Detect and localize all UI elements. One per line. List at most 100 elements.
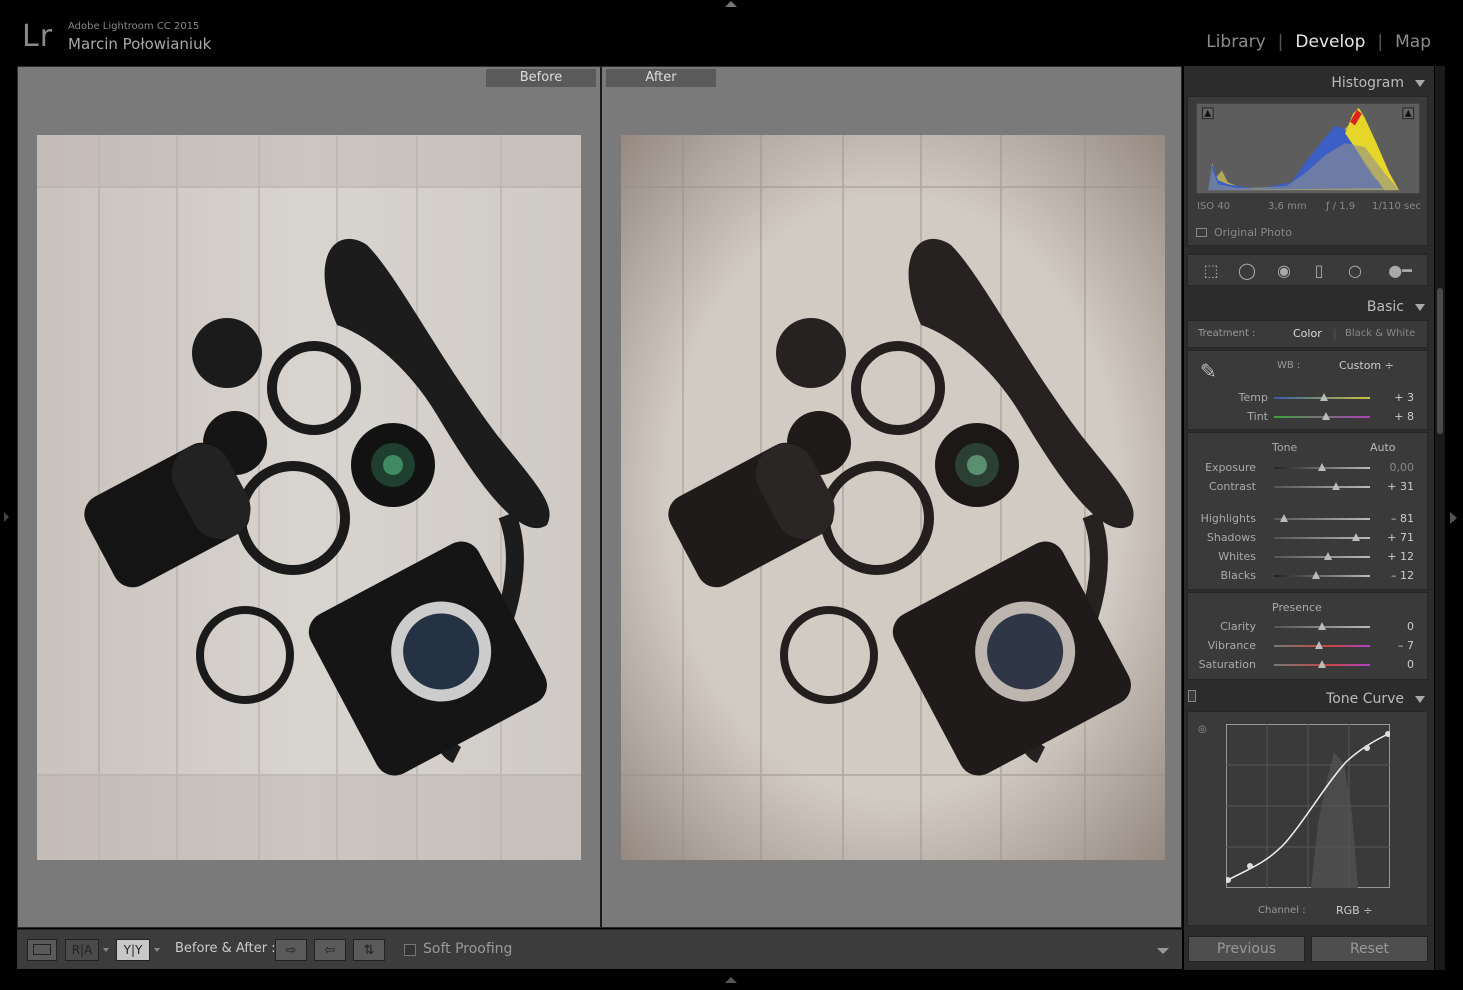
saturation-value[interactable]: 0 [1374, 658, 1414, 671]
identity-bar: Lr Adobe Lightroom CC 2015 Marcin Połowi… [0, 0, 1463, 64]
temp-slider-knob[interactable] [1319, 393, 1328, 401]
vibrance-slider[interactable] [1274, 641, 1370, 649]
bottom-panel-toggle-icon[interactable] [725, 977, 737, 983]
radial-filter-icon[interactable]: ○ [1346, 262, 1364, 280]
whites-slider-knob[interactable] [1323, 552, 1332, 560]
saturation-slider[interactable] [1274, 660, 1370, 668]
before-after-view: Before After [17, 66, 1182, 928]
exif-shutter: 1/110 sec [1372, 201, 1421, 212]
tone-curve-graph[interactable] [1226, 724, 1390, 888]
module-map[interactable]: Map [1395, 32, 1431, 52]
crop-overlay-icon[interactable]: ⬚ [1202, 262, 1220, 280]
contrast-slider[interactable] [1274, 482, 1370, 490]
shadows-slider-knob[interactable] [1351, 533, 1360, 541]
collapse-triangle-icon [1415, 304, 1425, 311]
tint-slider[interactable] [1274, 412, 1370, 420]
right-panel-toggle-icon[interactable] [1450, 512, 1457, 524]
treatment-color-option[interactable]: Color [1293, 327, 1322, 340]
reset-button[interactable]: Reset [1311, 936, 1428, 962]
channel-select[interactable]: RGB ÷ [1336, 904, 1372, 917]
exposure-slider[interactable] [1274, 463, 1370, 471]
scrollbar-thumb[interactable] [1437, 288, 1443, 434]
right-panel: Histogram ISO 40 3,6 mm ƒ / 1,9 1/110 se… [1184, 66, 1434, 970]
presence-section: Presence Clarity 0 Vibrance – 7 Saturati… [1187, 592, 1428, 680]
tone-curve-header[interactable]: Tone Curve [1184, 685, 1434, 711]
whites-slider[interactable] [1274, 552, 1370, 560]
contrast-label: Contrast [1208, 480, 1256, 493]
before-photo[interactable] [37, 135, 581, 860]
shadows-value[interactable]: + 71 [1374, 531, 1414, 544]
exif-aperture: ƒ / 1,9 [1326, 201, 1356, 212]
clarity-value[interactable]: 0 [1374, 620, 1414, 633]
spot-removal-icon[interactable]: ◯ [1238, 262, 1256, 280]
module-develop[interactable]: Develop [1295, 32, 1365, 52]
tone-curve-title: Tone Curve [1326, 691, 1404, 707]
lightroom-logo: Lr [22, 19, 54, 54]
swap-icon: ⇅ [363, 943, 375, 958]
left-panel-toggle-icon[interactable] [4, 512, 9, 522]
original-photo-checkbox[interactable] [1196, 228, 1207, 237]
module-library[interactable]: Library [1206, 32, 1265, 52]
temp-slider[interactable] [1274, 393, 1370, 401]
exposure-value[interactable]: 0,00 [1374, 461, 1415, 474]
blacks-value[interactable]: – 12 [1374, 569, 1414, 582]
vibrance-value[interactable]: – 7 [1374, 639, 1414, 652]
histogram-header[interactable]: Histogram [1184, 69, 1434, 95]
arrow-left-icon: ⇦ [324, 943, 336, 958]
after-photo[interactable] [621, 135, 1165, 860]
swap-before-after-button[interactable]: ⇅ [353, 939, 385, 961]
after-pane: After [602, 67, 1182, 927]
presence-group-label: Presence [1272, 601, 1322, 614]
histogram-graph[interactable] [1196, 103, 1420, 194]
vibrance-slider-knob[interactable] [1315, 641, 1324, 649]
right-panel-scrollbar[interactable] [1435, 66, 1445, 970]
graduated-filter-icon[interactable]: ▯ [1310, 262, 1328, 280]
tint-slider-knob[interactable] [1321, 412, 1330, 420]
exposure-slider-knob[interactable] [1318, 463, 1326, 471]
copy-before-to-after-button[interactable]: ⇨ [275, 939, 307, 961]
develop-toolbar: R|A Y|Y Before & After : ⇨ ⇦ ⇅ Soft Proo… [17, 929, 1182, 969]
before-after-top-bottom-button[interactable]: Y|Y [116, 939, 150, 961]
whites-value[interactable]: + 12 [1374, 550, 1414, 563]
highlights-value[interactable]: – 81 [1374, 512, 1414, 525]
contrast-slider-knob[interactable] [1332, 482, 1341, 490]
yy-dropdown-icon[interactable] [154, 948, 160, 952]
channel-label: Channel : [1258, 905, 1306, 916]
shadows-slider[interactable] [1274, 533, 1370, 541]
previous-button[interactable]: Previous [1188, 936, 1305, 962]
auto-tone-button[interactable]: Auto [1370, 441, 1396, 454]
clarity-slider[interactable] [1274, 622, 1370, 630]
loupe-view-button[interactable] [27, 939, 57, 961]
treatment-bw-option[interactable]: Black & White [1345, 328, 1415, 339]
exposure-label: Exposure [1205, 461, 1256, 474]
ra-dropdown-icon[interactable] [103, 948, 109, 952]
contrast-value[interactable]: + 31 [1374, 480, 1414, 493]
before-label: Before [486, 69, 596, 87]
red-eye-icon[interactable]: ◉ [1275, 262, 1293, 280]
collapse-triangle-icon [1415, 80, 1425, 87]
saturation-slider-knob[interactable] [1318, 660, 1326, 668]
wb-eyedropper-icon[interactable]: ✎ [1200, 359, 1217, 383]
tone-curve-section: ◎ Channel : RGB ÷ [1187, 711, 1428, 926]
app-name: Adobe Lightroom CC 2015 [68, 21, 200, 32]
blacks-slider-knob[interactable] [1312, 571, 1321, 579]
wb-preset-select[interactable]: Custom ÷ [1339, 359, 1394, 372]
soft-proofing-label: Soft Proofing [423, 941, 513, 957]
highlights-slider-knob[interactable] [1279, 514, 1288, 522]
adjustment-brush-icon[interactable]: ●━ [1384, 262, 1416, 280]
soft-proofing-checkbox[interactable] [404, 944, 416, 956]
copy-after-to-before-button[interactable]: ⇦ [314, 939, 346, 961]
clarity-slider-knob[interactable] [1318, 622, 1326, 630]
tone-curve-panel-switch-icon[interactable] [1188, 690, 1196, 702]
before-after-left-right-button[interactable]: R|A [65, 939, 99, 961]
tint-label: Tint [1247, 410, 1268, 423]
temp-value[interactable]: + 3 [1374, 391, 1414, 404]
basic-header[interactable]: Basic [1184, 293, 1434, 319]
tint-value[interactable]: + 8 [1374, 410, 1414, 423]
highlights-slider[interactable] [1274, 514, 1370, 522]
targeted-adjustment-icon[interactable]: ◎ [1198, 724, 1207, 735]
top-panel-toggle-icon[interactable] [725, 1, 737, 7]
blacks-slider[interactable] [1274, 571, 1370, 579]
toolbar-content-dropdown-icon[interactable] [1157, 948, 1169, 954]
tone-group-label: Tone [1272, 441, 1298, 454]
